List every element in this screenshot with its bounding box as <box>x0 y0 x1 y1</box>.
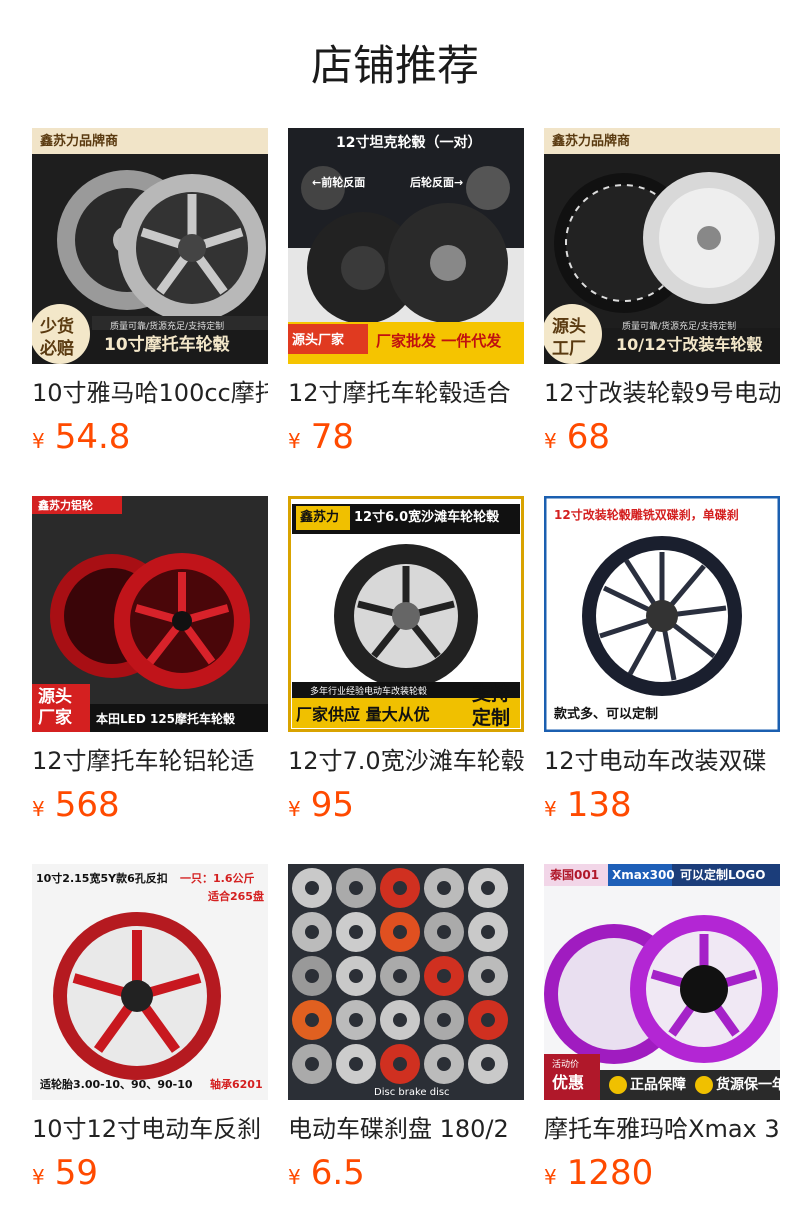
image-caption: 10寸2.15宽5Y款6孔反扣 <box>36 872 168 885</box>
image-caption: 后轮反面→ <box>410 176 464 189</box>
image-caption: 适轮胎3.00-10、90、90-10 <box>40 1078 193 1091</box>
product-price: ¥54.8 <box>32 414 130 460</box>
currency-symbol: ¥ <box>32 429 45 453</box>
product-image[interactable]: 12寸改装轮毂雕铣双碟刹，单碟刹 款式多、可以定制 <box>544 496 780 732</box>
product-image[interactable]: 泰国001 Xmax300 可以定制LOGO 活动价 优惠 正品保障 货源保一年 <box>544 864 780 1100</box>
promo-label: 定制 <box>472 707 511 729</box>
price-value: 1280 <box>566 1153 654 1193</box>
image-caption: 10寸摩托车轮毂 <box>104 335 230 355</box>
image-caption: 12寸改装轮毂雕铣双碟刹，单碟刹 <box>554 508 739 522</box>
product-price: ¥68 <box>544 414 610 460</box>
product-price: ¥59 <box>32 1150 98 1196</box>
promo-label: 质量可靠/货源充足/支持定制 <box>110 322 225 332</box>
product-price: ¥138 <box>544 782 632 828</box>
currency-symbol: ¥ <box>32 797 45 821</box>
page-title: 店铺推荐 <box>310 41 479 90</box>
image-caption: Disc brake disc <box>374 1087 450 1098</box>
product-price: ¥6.5 <box>288 1150 365 1196</box>
promo-label: 质量可靠/货源充足/支持定制 <box>622 322 737 332</box>
promo-label: 厂家批发 一件代发 <box>376 332 502 350</box>
promo-label: 工厂 <box>552 339 586 359</box>
brand-label: 鑫苏力品牌商 <box>552 134 631 149</box>
currency-symbol: ¥ <box>544 797 557 821</box>
promo-label: 少货 <box>40 317 74 337</box>
product-name[interactable]: 12寸摩托车轮毂适合 <box>288 376 524 410</box>
image-caption: 可以定制LOGO <box>680 868 766 882</box>
promo-label: 货源保一年 <box>716 1077 780 1093</box>
brand-label: 鑫苏力铝轮 <box>38 499 93 512</box>
image-caption: 款式多、可以定制 <box>554 707 659 722</box>
currency-symbol: ¥ <box>288 1165 301 1189</box>
price-value: 95 <box>310 785 354 825</box>
image-caption: 适合265盘 <box>208 890 264 903</box>
image-caption: 12寸坦克轮毂（一对） <box>336 135 482 151</box>
product-name[interactable]: 12寸电动车改装双碟 <box>544 744 780 778</box>
promo-label: 支持 <box>472 683 511 705</box>
image-caption: Xmax300 <box>612 868 675 882</box>
currency-symbol: ¥ <box>544 429 557 453</box>
product-image[interactable]: 鑫苏力铝轮 源头 厂家 本田LED 125摩托车轮毂 <box>32 496 268 732</box>
product-image[interactable]: 鑫苏力 12寸6.0宽沙滩车轮轮毂 多年行业经验电动车改装轮毂 支持 定制 厂家… <box>288 496 524 732</box>
promo-label: 正品保障 <box>630 1077 686 1093</box>
product-image[interactable]: 10寸2.15宽5Y款6孔反扣 一只：1.6公斤 适合265盘 适轮胎3.00-… <box>32 864 268 1100</box>
price-value: 78 <box>310 417 354 457</box>
shield-check-icon <box>695 1076 713 1094</box>
image-caption: 一只：1.6公斤 <box>180 872 255 885</box>
product-price: ¥78 <box>288 414 354 460</box>
currency-symbol: ¥ <box>544 1165 557 1189</box>
price-value: 54.8 <box>54 417 131 457</box>
product-image[interactable]: 12寸坦克轮毂（一对） ←前轮反面 后轮反面→ 源头厂家 厂家批发 一件代发 <box>288 128 524 364</box>
product-price: ¥1280 <box>544 1150 653 1196</box>
promo-label: 源头 <box>552 317 586 337</box>
brand-label: 鑫苏力 <box>300 510 340 525</box>
promo-label: 活动价 <box>552 1060 580 1070</box>
image-caption: 12寸6.0宽沙滩车轮轮毂 <box>354 510 500 525</box>
product-image[interactable]: 鑫苏力品牌商 少货 必赔 质量可靠/货源充足/支持定制 10寸摩托车轮毂 <box>32 128 268 364</box>
currency-symbol: ¥ <box>32 1165 45 1189</box>
product-name[interactable]: 电动车碟刹盘 180/2 <box>288 1112 524 1146</box>
product-name[interactable]: 12寸改装轮毂9号电动车 <box>544 376 780 410</box>
promo-label: 源头厂家 <box>292 333 345 348</box>
product-image[interactable]: Disc brake disc <box>288 864 524 1100</box>
currency-symbol: ¥ <box>288 429 301 453</box>
price-value: 59 <box>54 1153 98 1193</box>
product-price: ¥95 <box>288 782 354 828</box>
brand-label: 鑫苏力品牌商 <box>40 134 119 149</box>
price-value: 568 <box>54 785 120 825</box>
promo-label: 必赔 <box>40 339 74 359</box>
brake-disc-grid <box>288 864 524 1100</box>
product-name[interactable]: 10寸雅马哈100cc摩托车轮毂 <box>32 376 268 410</box>
product-name[interactable]: 10寸12寸电动车反刹 <box>32 1112 268 1146</box>
product-name[interactable]: 12寸7.0宽沙滩车轮毂 <box>288 744 524 778</box>
image-caption: 10/12寸改装车轮毂 <box>616 335 763 354</box>
promo-label: 优惠 <box>552 1073 585 1092</box>
image-caption: ←前轮反面 <box>312 176 366 189</box>
price-value: 68 <box>566 417 610 457</box>
image-caption: 多年行业经验电动车改装轮毂 <box>310 687 428 697</box>
image-caption: 泰国001 <box>550 868 600 882</box>
product-name[interactable]: 摩托车雅玛哈Xmax 300 <box>544 1112 780 1146</box>
promo-label: 源头 <box>38 687 72 707</box>
image-caption: 本田LED 125摩托车轮毂 <box>96 712 236 726</box>
shield-check-icon <box>609 1076 627 1094</box>
product-price: ¥568 <box>32 782 120 828</box>
price-value: 138 <box>566 785 632 825</box>
price-value: 6.5 <box>310 1153 365 1193</box>
product-name[interactable]: 12寸摩托车轮铝轮适 <box>32 744 268 778</box>
currency-symbol: ¥ <box>288 797 301 821</box>
product-image[interactable]: 鑫苏力品牌商 源头 工厂 质量可靠/货源充足/支持定制 10/12寸改装车轮毂 <box>544 128 780 364</box>
promo-label: 厂家供应 量大从优 <box>296 705 430 724</box>
image-caption: 轴承6201 <box>210 1078 263 1091</box>
promo-label: 厂家 <box>38 708 72 728</box>
